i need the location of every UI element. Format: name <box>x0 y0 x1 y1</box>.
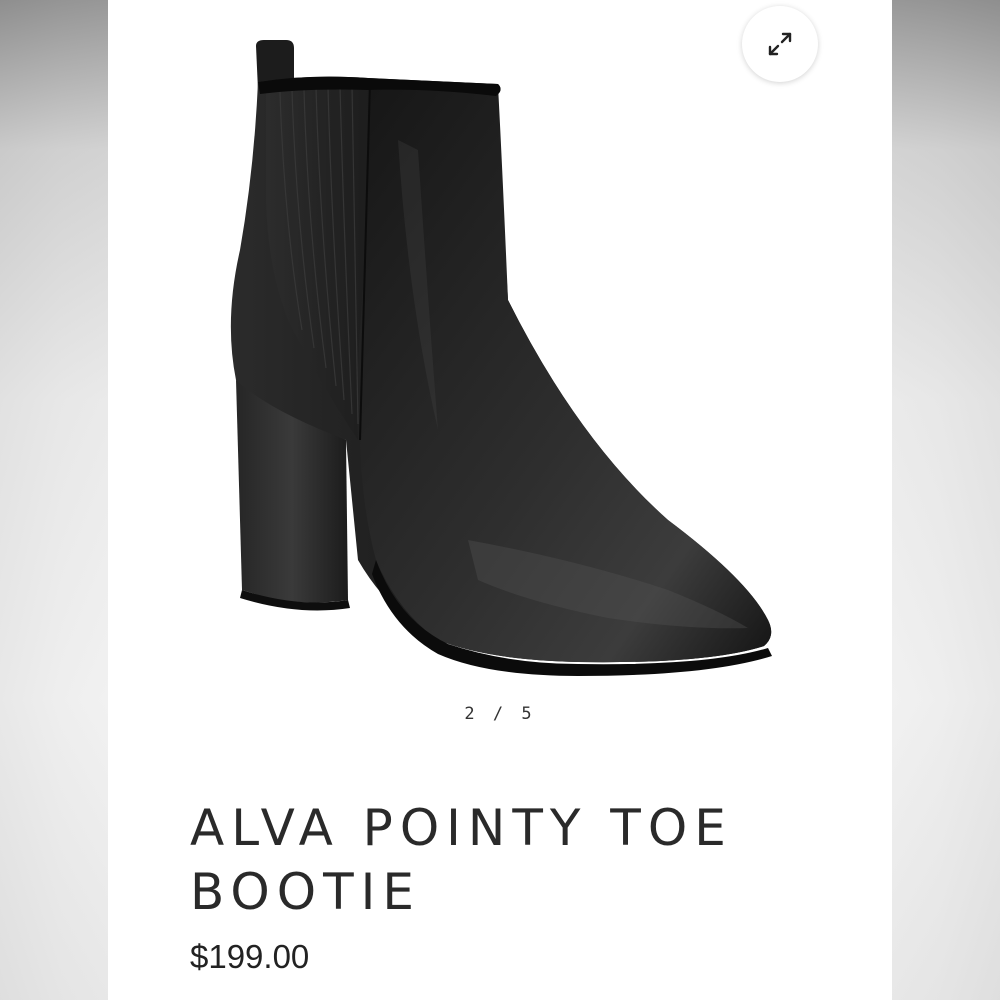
screenshot-frame: 2 / 5 ALVA POINTY TOE BOOTIE $199.00 <box>0 0 1000 1000</box>
expand-image-button[interactable] <box>742 6 818 82</box>
left-blurred-border <box>0 0 108 1000</box>
pager-total: 5 <box>521 704 536 724</box>
pager-separator: / <box>492 704 508 724</box>
product-title-line1: ALVA POINTY TOE <box>190 799 733 857</box>
product-title-line2: BOOTIE <box>190 863 422 921</box>
product-title: ALVA POINTY TOE BOOTIE <box>190 796 870 924</box>
product-image-boot[interactable] <box>108 0 892 700</box>
pager-current: 2 <box>464 704 479 724</box>
right-blurred-border <box>892 0 1000 1000</box>
expand-arrows-icon <box>768 32 792 56</box>
product-page: 2 / 5 ALVA POINTY TOE BOOTIE $199.00 <box>108 0 892 1000</box>
product-price: $199.00 <box>190 938 310 975</box>
image-pager: 2 / 5 <box>108 704 892 724</box>
